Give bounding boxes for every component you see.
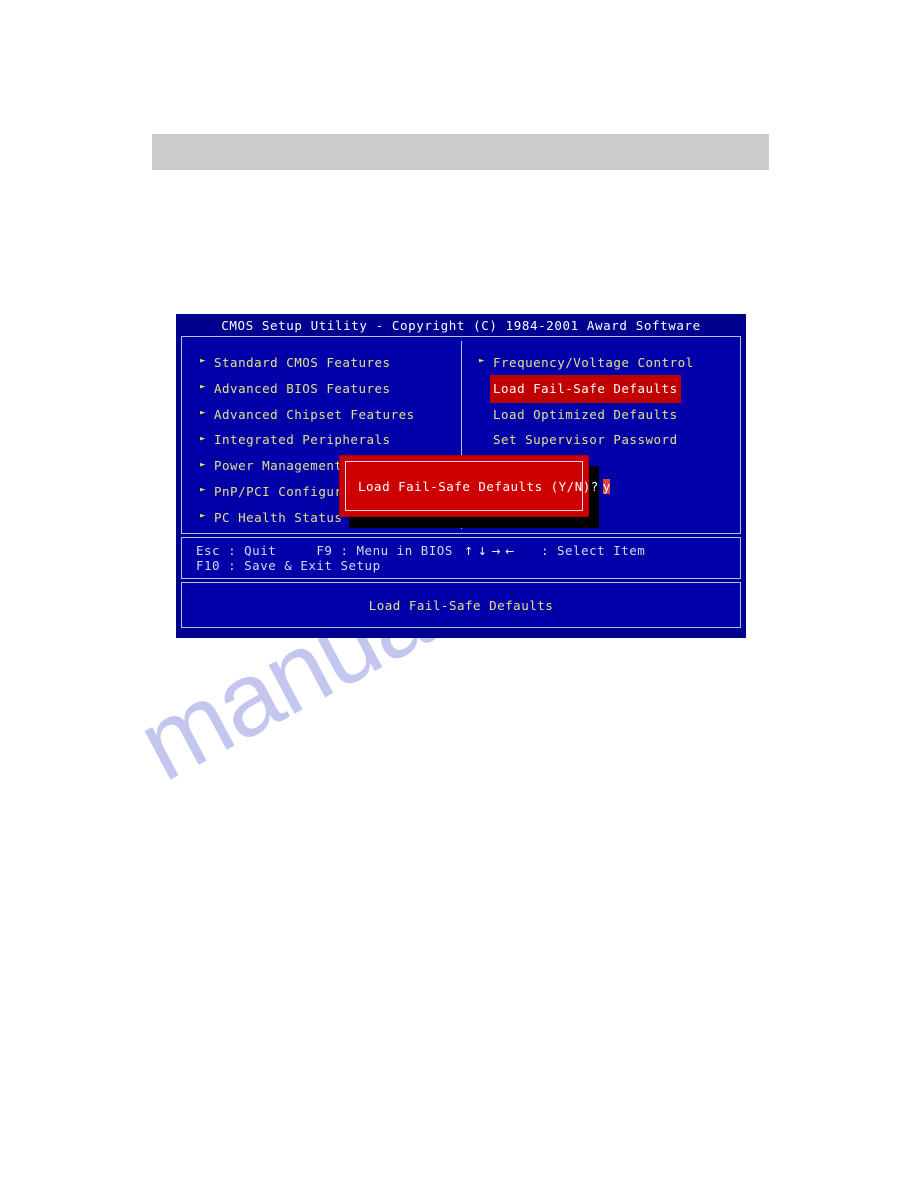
menu-item-label: Advanced Chipset Features — [214, 406, 415, 422]
confirm-dialog-inner-frame: Load Fail-Safe Defaults (Y/N)? y — [345, 461, 611, 511]
bullet-arrow-icon: ► — [200, 459, 206, 470]
menu-item-label: Set Supervisor Password — [493, 432, 678, 448]
menu-item-set-supervisor-password[interactable]: ► Set Supervisor Password — [479, 427, 740, 453]
menu-item-label: Advanced BIOS Features — [214, 380, 391, 396]
menu-item-integrated-peripherals[interactable]: ► Integrated Peripherals — [200, 427, 461, 453]
bullet-arrow-icon: ► — [200, 356, 206, 367]
menu-item-advanced-bios-features[interactable]: ► Advanced BIOS Features — [200, 376, 461, 402]
bullet-arrow-icon: ► — [479, 383, 493, 392]
bullet-arrow-icon: ► — [200, 485, 206, 496]
keyhelp-arrows-group: ↑ ↓ → ← : Select Item — [464, 543, 645, 559]
keyhelp-line-2: F10 : Save & Exit Setup — [196, 558, 381, 573]
bios-key-help-bar: Esc : Quit F9 : Menu in BIOS F10 : Save … — [181, 537, 741, 579]
menu-item-frequency-voltage-control[interactable]: ► Frequency/Voltage Control — [479, 350, 740, 376]
bullet-arrow-icon: ► — [200, 511, 206, 522]
bullet-arrow-icon: ► — [200, 407, 206, 418]
bullet-arrow-icon: ► — [479, 356, 485, 367]
keyhelp-f9-menu: F9 : Menu in BIOS — [316, 543, 453, 558]
menu-item-load-optimized-defaults[interactable]: ► Load Optimized Defaults — [479, 402, 740, 428]
bullet-arrow-icon: ► — [200, 382, 206, 393]
page-header-bar — [152, 134, 769, 170]
confirm-dialog-input-cursor[interactable]: y — [602, 478, 611, 494]
menu-item-label: Power Management — [214, 458, 343, 474]
menu-item-label: Frequency/Voltage Control — [493, 355, 694, 370]
bullet-arrow-icon: ► — [479, 409, 493, 418]
bios-title: CMOS Setup Utility - Copyright (C) 1984-… — [178, 316, 744, 336]
arrow-keys-icon: ↑ ↓ → ← — [464, 545, 515, 558]
menu-item-label: Load Optimized Defaults — [493, 406, 678, 422]
menu-item-label: Integrated Peripherals — [214, 432, 391, 448]
keyhelp-esc-quit: Esc : Quit — [196, 543, 277, 558]
menu-item-load-fail-safe-defaults[interactable]: ► Load Fail-Safe Defaults — [479, 374, 740, 403]
bullet-arrow-icon: ► — [479, 435, 493, 444]
menu-item-label: PC Health Status — [214, 509, 343, 525]
confirm-dialog[interactable]: Load Fail-Safe Defaults (Y/N)? y — [339, 455, 611, 517]
bios-status-bar: Load Fail-Safe Defaults — [181, 582, 741, 628]
menu-item-label: PnP/PCI Configura — [214, 483, 351, 499]
bios-status-text: Load Fail-Safe Defaults — [368, 597, 554, 613]
bullet-arrow-icon: ► — [200, 433, 206, 444]
menu-item-label: Standard CMOS Features — [214, 355, 391, 370]
menu-item-standard-cmos-features[interactable]: ► Standard CMOS Features — [200, 350, 461, 376]
menu-item-advanced-chipset-features[interactable]: ► Advanced Chipset Features — [200, 402, 461, 428]
keyhelp-select-item-label: : Select Item — [540, 543, 646, 558]
menu-item-label: Load Fail-Safe Defaults — [490, 374, 681, 403]
confirm-dialog-message: Load Fail-Safe Defaults (Y/N)? — [358, 478, 599, 494]
